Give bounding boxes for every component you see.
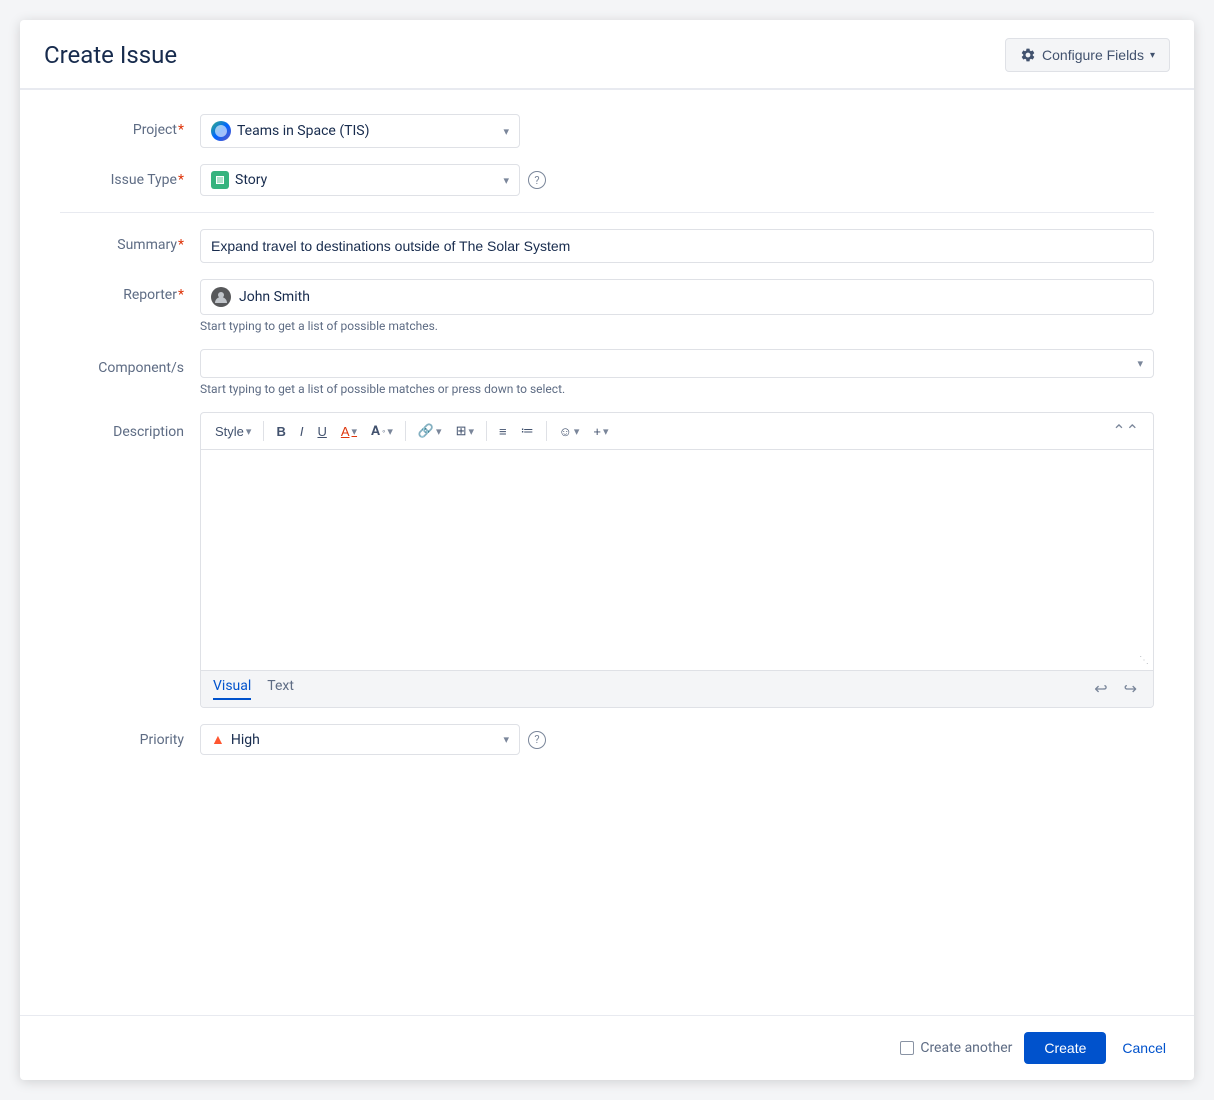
editor-tabs: Visual Text [213, 678, 294, 700]
issue-type-help-icon[interactable]: ? [528, 171, 546, 189]
emoji-chevron-icon: ▾ [574, 425, 580, 438]
italic-button[interactable]: I [294, 420, 310, 443]
reporter-hint: Start typing to get a list of possible m… [200, 319, 438, 333]
components-dropdown-arrow-icon: ▾ [1137, 357, 1143, 370]
components-field: ▾ [200, 349, 1154, 378]
create-button[interactable]: Create [1024, 1032, 1106, 1064]
priority-help-icon[interactable]: ? [528, 731, 546, 749]
toolbar-divider-4 [546, 421, 547, 441]
font-color-button[interactable]: A ▾ [335, 420, 363, 443]
editor-content-wrap: ⋱ [201, 450, 1153, 670]
create-issue-modal: Create Issue Configure Fields ▾ Project*… [20, 20, 1194, 1080]
project-row: Project* Teams in Space (TIS) ▾ [60, 114, 1154, 148]
modal-footer: Create another Create Cancel [20, 1015, 1194, 1080]
more-button[interactable]: + ▾ [587, 420, 614, 443]
tab-visual[interactable]: Visual [213, 678, 251, 700]
issue-type-value: Story [235, 172, 267, 188]
summary-field [200, 229, 1154, 263]
project-select[interactable]: Teams in Space (TIS) ▾ [200, 114, 520, 148]
components-select[interactable]: ▾ [200, 349, 1154, 378]
summary-input[interactable] [200, 229, 1154, 263]
toolbar-divider-2 [405, 421, 406, 441]
reporter-label: Reporter* [60, 279, 200, 315]
create-another-checkbox[interactable] [900, 1041, 914, 1055]
priority-row: Priority ▲ High ▾ ? [60, 724, 1154, 755]
redo-button[interactable]: ↪ [1120, 677, 1141, 701]
bold-button[interactable]: B [270, 420, 291, 443]
style-chevron-icon: ▾ [246, 425, 252, 438]
more-chevron-icon: ▾ [603, 425, 609, 438]
summary-row: Summary* [60, 229, 1154, 263]
emoji-button[interactable]: ☺ ▾ [553, 420, 586, 443]
underline-button[interactable]: U [311, 420, 332, 443]
priority-dropdown-arrow-icon: ▾ [503, 733, 509, 746]
font-size-chevron-icon: ▾ [387, 425, 393, 438]
description-content-area[interactable] [201, 450, 1153, 670]
toolbar-collapse-button[interactable]: ⌃⌃ [1106, 417, 1145, 445]
cancel-button[interactable]: Cancel [1118, 1032, 1170, 1064]
priority-label: Priority [60, 724, 200, 748]
table-button[interactable]: ⊞ ▾ [450, 419, 480, 443]
priority-high-icon: ▲ [211, 731, 225, 748]
create-another-label[interactable]: Create another [900, 1040, 1012, 1056]
editor-toolbar: Style ▾ B I U A ▾ 𝐀 ◦ [201, 413, 1153, 450]
project-value: Teams in Space (TIS) [237, 123, 369, 139]
components-row: Component/s ▾ Start typing to get a list… [60, 349, 1154, 396]
project-field: Teams in Space (TIS) ▾ [200, 114, 1154, 148]
tab-text[interactable]: Text [267, 678, 294, 700]
project-dropdown-arrow-icon: ▾ [503, 125, 509, 138]
priority-value: High [231, 732, 260, 748]
editor-footer: Visual Text ↩ ↪ [201, 670, 1153, 707]
issue-type-select[interactable]: Story ▾ [200, 164, 520, 196]
link-chevron-icon: ▾ [436, 425, 442, 438]
bullet-list-button[interactable]: ≡ [493, 420, 513, 443]
issue-type-dropdown-arrow-icon: ▾ [503, 174, 509, 187]
numbered-list-button[interactable]: ≔ [515, 419, 540, 443]
gear-icon [1020, 47, 1036, 63]
reporter-row: Reporter* John Smith Start typing to get… [60, 279, 1154, 333]
issue-type-label: Issue Type* [60, 164, 200, 188]
reporter-avatar [211, 287, 231, 307]
components-hint: Start typing to get a list of possible m… [200, 382, 565, 396]
link-button[interactable]: 🔗 ▾ [412, 419, 448, 443]
priority-field: ▲ High ▾ ? [200, 724, 1154, 755]
configure-fields-button[interactable]: Configure Fields ▾ [1005, 38, 1170, 72]
style-dropdown-button[interactable]: Style ▾ [209, 420, 257, 443]
reporter-field: John Smith [200, 279, 1154, 315]
issue-type-field: Story ▾ ? [200, 164, 1154, 196]
font-color-chevron-icon: ▾ [352, 425, 358, 438]
description-label: Description [60, 412, 200, 440]
description-row: Description Style ▾ B I U [60, 412, 1154, 708]
modal-body: Project* Teams in Space (TIS) ▾ Issue Ty… [20, 90, 1194, 1015]
modal-header: Create Issue Configure Fields ▾ [20, 20, 1194, 90]
resize-handle-icon[interactable]: ⋱ [1139, 655, 1149, 666]
components-label: Component/s [60, 352, 200, 376]
undo-button[interactable]: ↩ [1090, 677, 1111, 701]
configure-fields-chevron-icon: ▾ [1150, 50, 1155, 61]
table-chevron-icon: ▾ [468, 425, 474, 438]
project-icon [211, 121, 231, 141]
description-field: Style ▾ B I U A ▾ 𝐀 ◦ [200, 412, 1154, 708]
page-title: Create Issue [44, 41, 177, 69]
story-type-icon [211, 171, 229, 189]
toolbar-divider-1 [263, 421, 264, 441]
editor-footer-actions: ↩ ↪ [1090, 677, 1141, 701]
font-size-button[interactable]: 𝐀 ◦ ▾ [365, 419, 399, 443]
summary-label: Summary* [60, 229, 200, 253]
project-label: Project* [60, 114, 200, 138]
issue-type-row: Issue Type* Story ▾ ? [60, 164, 1154, 196]
toolbar-divider-3 [486, 421, 487, 441]
form-divider [60, 212, 1154, 213]
configure-fields-label: Configure Fields [1042, 47, 1144, 63]
reporter-input[interactable]: John Smith [200, 279, 1154, 315]
description-editor: Style ▾ B I U A ▾ 𝐀 ◦ [200, 412, 1154, 708]
reporter-value: John Smith [239, 289, 310, 305]
priority-select[interactable]: ▲ High ▾ [200, 724, 520, 755]
